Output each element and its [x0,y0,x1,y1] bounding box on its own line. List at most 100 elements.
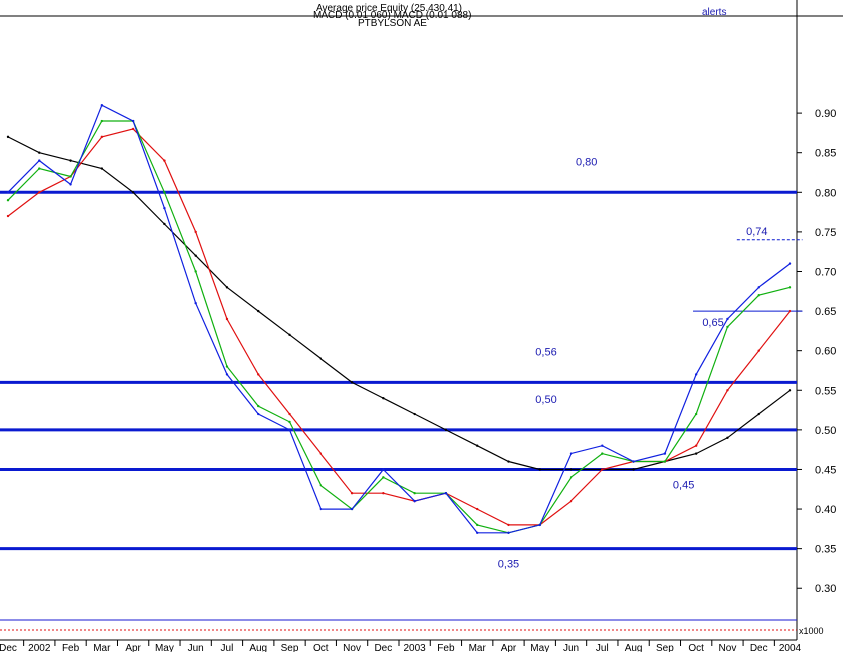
y-tick-label-2: 0.40 [815,504,836,516]
x-tick-label-21: Sep [656,643,674,652]
series-2-point-9 [288,420,291,424]
series-1-point-1 [38,191,41,194]
support-label-2: 0,50 [535,394,556,406]
x-tick-label-19: Jul [596,643,609,652]
series-2-point-12 [382,476,385,479]
series-1-point-10 [319,452,322,455]
series-3-point-7 [225,373,229,376]
series-0-point-23 [726,436,729,439]
x-tick-label-2: Feb [62,643,80,652]
series-1-point-19 [601,468,604,471]
series-3-point-4 [131,119,135,123]
x-tick-label-14: Feb [437,643,455,652]
series-0-point-18 [569,468,573,471]
series-0-point-8 [257,309,260,313]
support-label-0: 0,80 [576,156,597,168]
series-0-point-0 [6,135,10,139]
x-tick-label-24: Dec [750,643,768,652]
x-tick-label-9: Sep [281,643,299,652]
resistance-label-0: 0,74 [746,226,767,238]
series-3-point-20 [632,460,635,463]
series-3-point-19 [601,444,604,447]
x-tick-label-22: Oct [688,643,704,652]
series-0-point-17 [538,468,541,471]
series-2-point-5 [163,191,166,194]
x-tick-label-4: Apr [125,643,141,652]
series-0-point-15 [476,444,479,447]
support-label-3: 0,45 [673,479,694,491]
chart-root: Average price Equity (25.430.41) MACD (0… [0,0,843,652]
series-0-point-20 [632,468,635,471]
series-2-point-18 [569,476,573,479]
x-tick-label-16: Apr [501,643,517,652]
y-tick-label-4: 0.50 [815,425,836,437]
series-3-point-15 [476,531,479,535]
series-1-point-23 [726,389,729,392]
series-0-point-7 [225,286,229,289]
y-tick-label-0: 0.30 [815,583,836,595]
series-0-point-6 [194,254,197,257]
x-tick-label-0: Dec [0,643,17,652]
series-3-point-22 [694,373,698,376]
series-1-point-8 [257,373,260,376]
series-3-point-10 [319,507,322,511]
series-3-point-18 [569,452,573,455]
series-3-point-25 [788,262,792,265]
y-tick-label-11: 0.85 [815,148,836,160]
y-tick-label-12: 0.90 [815,108,836,120]
support-label-1: 0,56 [535,346,556,358]
x-tick-label-15: Mar [469,643,487,652]
x-tick-label-18: Jun [563,643,579,652]
y-tick-label-10: 0.80 [815,187,836,199]
series-3-point-3 [100,103,104,107]
series-2-point-25 [788,286,792,289]
series-1-point-12 [382,492,385,495]
series-0-point-22 [694,452,698,455]
x-tick-label-5: May [155,643,174,652]
series-3-point-12 [382,468,385,471]
x-tick-label-13: 2003 [404,643,427,652]
series-0-point-3 [100,167,104,170]
series-1-point-22 [694,444,698,447]
series-3-point-2 [69,183,72,186]
series-3-point-21 [663,452,667,455]
series-2-point-19 [601,452,604,455]
series-3-point-13 [413,499,416,503]
x-tick-label-17: May [530,643,549,652]
x-tick-label-20: Aug [625,643,643,652]
series-2-point-24 [757,294,760,297]
series-3-point-1 [38,159,41,162]
series-3-point-16 [507,531,510,535]
series-1-point-5 [163,159,166,162]
series-0-point-9 [288,333,291,337]
y-tick-label-5: 0.55 [815,385,836,397]
series-3-point-9 [288,428,291,432]
series-line-2 [7,120,791,534]
series-2-point-6 [194,270,197,273]
resistance-label-1: 0,65 [702,317,723,329]
series-0-point-13 [413,412,416,416]
series-2-point-23 [726,325,729,329]
y-tick-label-3: 0.45 [815,464,836,476]
series-3-point-23 [726,317,729,321]
x-tick-label-12: Dec [374,643,392,652]
series-1-point-0 [6,214,10,218]
series-0-point-16 [507,460,510,463]
y-tick-label-6: 0.60 [815,346,836,358]
x-tick-label-7: Jul [221,643,234,652]
series-0-point-1 [38,151,41,154]
series-1-point-11 [350,492,354,495]
series-3-point-11 [350,507,354,511]
series-3-point-24 [757,286,760,289]
y-tick-label-9: 0.75 [815,227,836,239]
series-line-0 [7,136,791,471]
series-2-point-1 [38,167,41,170]
series-1-point-15 [476,507,479,511]
series-2-point-7 [225,365,229,368]
series-2-point-22 [694,412,698,416]
series-1-point-4 [131,127,135,131]
series-1-point-9 [288,412,291,416]
x-tick-label-10: Oct [313,643,329,652]
x-tick-label-1: 2002 [28,643,51,652]
series-1-point-6 [194,230,197,234]
